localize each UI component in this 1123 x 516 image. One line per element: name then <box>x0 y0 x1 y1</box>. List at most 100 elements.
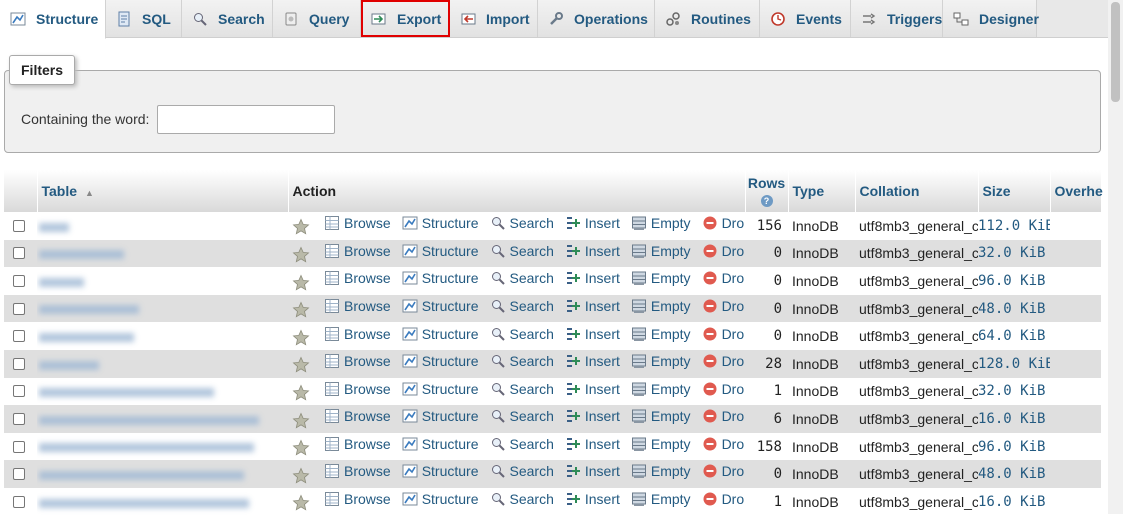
scrollbar-thumb[interactable] <box>1111 2 1120 102</box>
structure-action[interactable]: Structure <box>402 270 479 286</box>
favorite-star-icon[interactable] <box>292 329 310 347</box>
table-name-link[interactable] <box>39 332 134 342</box>
drop-action[interactable]: Drop <box>702 491 745 507</box>
browse-action[interactable]: Browse <box>324 298 391 314</box>
tab-triggers[interactable]: Triggers <box>851 0 943 37</box>
search-action[interactable]: Search <box>490 243 554 259</box>
table-name-link[interactable] <box>39 250 124 260</box>
empty-action[interactable]: Empty <box>631 436 691 452</box>
header-overhead[interactable]: Overhe <box>1050 170 1103 212</box>
browse-action[interactable]: Browse <box>324 408 391 424</box>
insert-action[interactable]: Insert <box>565 326 620 342</box>
browse-action[interactable]: Browse <box>324 353 391 369</box>
table-size[interactable]: 112.0 KiB <box>978 212 1050 240</box>
tab-routines[interactable]: Routines <box>655 0 760 37</box>
favorite-star-icon[interactable] <box>292 246 310 264</box>
table-name-link[interactable] <box>39 415 259 425</box>
tab-sql[interactable]: SQL <box>106 0 182 37</box>
tab-structure[interactable]: Structure <box>0 0 106 39</box>
favorite-star-icon[interactable] <box>292 384 310 402</box>
insert-action[interactable]: Insert <box>565 436 620 452</box>
favorite-star-icon[interactable] <box>292 356 310 374</box>
table-name-link[interactable] <box>39 277 84 287</box>
favorite-star-icon[interactable] <box>292 494 310 512</box>
row-checkbox[interactable] <box>13 412 25 425</box>
search-action[interactable]: Search <box>490 353 554 369</box>
table-name-link[interactable] <box>39 443 254 453</box>
insert-action[interactable]: Insert <box>565 215 620 231</box>
row-checkbox[interactable] <box>13 357 25 370</box>
row-checkbox[interactable] <box>13 247 25 260</box>
row-checkbox[interactable] <box>13 440 25 453</box>
help-icon[interactable]: ? <box>760 195 773 207</box>
structure-action[interactable]: Structure <box>402 353 479 369</box>
empty-action[interactable]: Empty <box>631 408 691 424</box>
empty-action[interactable]: Empty <box>631 270 691 286</box>
header-table[interactable]: Table ▲ <box>37 170 289 212</box>
row-checkbox[interactable] <box>13 385 25 398</box>
favorite-star-icon[interactable] <box>292 467 310 485</box>
search-action[interactable]: Search <box>490 270 554 286</box>
row-checkbox[interactable] <box>13 302 25 315</box>
empty-action[interactable]: Empty <box>631 463 691 479</box>
drop-action[interactable]: Drop <box>702 298 745 314</box>
empty-action[interactable]: Empty <box>631 326 691 342</box>
header-collation[interactable]: Collation <box>855 170 979 212</box>
empty-action[interactable]: Empty <box>631 298 691 314</box>
search-action[interactable]: Search <box>490 298 554 314</box>
drop-action[interactable]: Drop <box>702 326 745 342</box>
tab-designer[interactable]: Designer <box>943 0 1039 37</box>
drop-action[interactable]: Drop <box>702 436 745 452</box>
search-action[interactable]: Search <box>490 491 554 507</box>
insert-action[interactable]: Insert <box>565 270 620 286</box>
browse-action[interactable]: Browse <box>324 326 391 342</box>
row-checkbox[interactable] <box>13 330 25 343</box>
drop-action[interactable]: Drop <box>702 215 745 231</box>
search-action[interactable]: Search <box>490 326 554 342</box>
empty-action[interactable]: Empty <box>631 381 691 397</box>
drop-action[interactable]: Drop <box>702 243 745 259</box>
insert-action[interactable]: Insert <box>565 408 620 424</box>
insert-action[interactable]: Insert <box>565 491 620 507</box>
structure-action[interactable]: Structure <box>402 326 479 342</box>
table-size[interactable]: 48.0 KiB <box>978 460 1050 488</box>
row-checkbox[interactable] <box>13 468 25 481</box>
table-name-link[interactable] <box>39 388 214 398</box>
row-checkbox[interactable] <box>13 219 25 232</box>
drop-action[interactable]: Drop <box>702 408 745 424</box>
tab-events[interactable]: Events <box>760 0 851 37</box>
table-name-link[interactable] <box>39 305 139 315</box>
drop-action[interactable]: Drop <box>702 270 745 286</box>
browse-action[interactable]: Browse <box>324 436 391 452</box>
structure-action[interactable]: Structure <box>402 381 479 397</box>
tab-operations[interactable]: Operations <box>538 0 655 37</box>
insert-action[interactable]: Insert <box>565 243 620 259</box>
table-size[interactable]: 32.0 KiB <box>978 377 1050 406</box>
favorite-star-icon[interactable] <box>292 274 310 292</box>
empty-action[interactable]: Empty <box>631 215 691 231</box>
favorite-star-icon[interactable] <box>292 218 310 236</box>
table-size[interactable]: 16.0 KiB <box>978 405 1050 433</box>
tab-search[interactable]: Search <box>182 0 273 37</box>
drop-action[interactable]: Drop <box>702 381 745 397</box>
table-name-link[interactable] <box>39 470 244 480</box>
empty-action[interactable]: Empty <box>631 353 691 369</box>
search-action[interactable]: Search <box>490 381 554 397</box>
structure-action[interactable]: Structure <box>402 436 479 452</box>
table-size[interactable]: 96.0 KiB <box>978 267 1050 295</box>
filter-input[interactable] <box>157 105 335 134</box>
structure-action[interactable]: Structure <box>402 491 479 507</box>
table-size[interactable]: 32.0 KiB <box>978 239 1050 268</box>
table-name-link[interactable] <box>39 360 99 370</box>
header-size[interactable]: Size <box>978 170 1051 212</box>
browse-action[interactable]: Browse <box>324 243 391 259</box>
table-size[interactable]: 16.0 KiB <box>978 487 1050 516</box>
favorite-star-icon[interactable] <box>292 301 310 319</box>
row-checkbox[interactable] <box>13 495 25 508</box>
table-name-link[interactable] <box>39 498 249 508</box>
browse-action[interactable]: Browse <box>324 463 391 479</box>
insert-action[interactable]: Insert <box>565 463 620 479</box>
search-action[interactable]: Search <box>490 408 554 424</box>
drop-action[interactable]: Drop <box>702 353 745 369</box>
browse-action[interactable]: Browse <box>324 491 391 507</box>
